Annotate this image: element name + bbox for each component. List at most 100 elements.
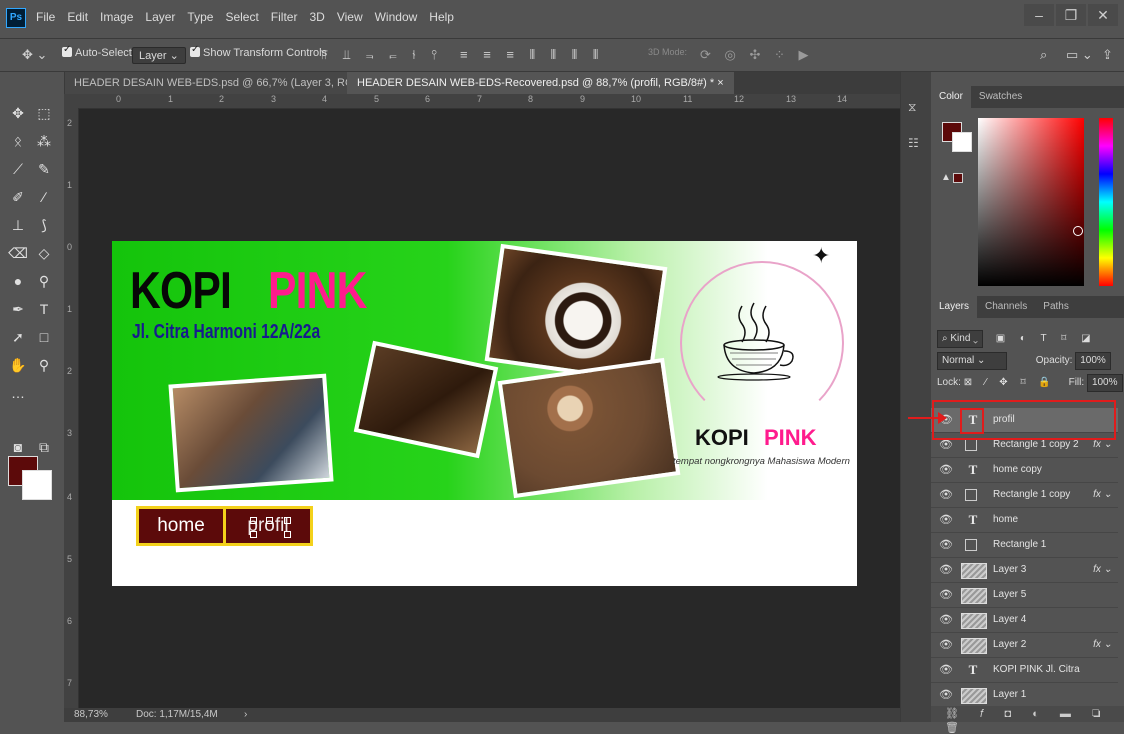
- share-icon[interactable]: ⇪: [1102, 47, 1113, 63]
- visibility-eye-icon[interactable]: 👁: [939, 583, 953, 607]
- distribute-icons[interactable]: ≡ ≡ ≡ ⫴ ⫴ ⫴ ⦀: [460, 47, 605, 63]
- tab-color[interactable]: Color: [931, 86, 971, 108]
- menu-select[interactable]: Select: [225, 10, 258, 24]
- eraser-tool-icon[interactable]: ⌫: [6, 242, 30, 264]
- menu-file[interactable]: File: [36, 10, 55, 24]
- paint-bucket-icon[interactable]: ◇: [32, 242, 56, 264]
- layer-row[interactable]: 👁 Rectangle 1 copy fx ⌄: [931, 483, 1118, 508]
- minimize-icon[interactable]: –: [1024, 4, 1054, 26]
- dodge-tool-icon[interactable]: ⚲: [32, 270, 56, 292]
- layer-row[interactable]: 👁 Layer 2 fx ⌄: [931, 633, 1118, 658]
- close-icon[interactable]: ✕: [1088, 4, 1118, 26]
- fx-icon[interactable]: fx ⌄: [1093, 483, 1112, 507]
- layer-row[interactable]: 👁 Thome copy: [931, 458, 1118, 483]
- layer-row[interactable]: 👁 Layer 5: [931, 583, 1118, 608]
- fx-icon[interactable]: fx ⌄: [1093, 558, 1112, 582]
- type-tool-icon[interactable]: T: [32, 298, 56, 320]
- visibility-eye-icon[interactable]: 👁: [939, 608, 953, 632]
- menu-layer[interactable]: Layer: [145, 10, 175, 24]
- tab-swatches[interactable]: Swatches: [971, 86, 1030, 108]
- nav-profil-button[interactable]: profil: [226, 509, 310, 543]
- clone-stamp-icon[interactable]: ⊥: [6, 214, 30, 236]
- nav-home-button[interactable]: home: [139, 509, 226, 543]
- search-icon[interactable]: ⌕: [1040, 47, 1047, 63]
- fx-icon[interactable]: fx ⌄: [1093, 633, 1112, 657]
- visibility-eye-icon[interactable]: 👁: [939, 533, 953, 557]
- layer-footer-icons[interactable]: ⛓ 𝑓 ◘ ◐ ▬ ❏ 🗑: [945, 707, 1124, 734]
- color-panel-background[interactable]: [952, 132, 972, 152]
- move-tool-icon[interactable]: ✥: [6, 102, 30, 124]
- layer-row[interactable]: 👁TKOPI PINK Jl. Citra Harmoni 1...: [931, 658, 1118, 699]
- pen-tool-icon[interactable]: ✒: [6, 298, 30, 320]
- menu-view[interactable]: View: [337, 10, 363, 24]
- quick-mask-icon[interactable]: ◙: [6, 436, 30, 458]
- fill-field[interactable]: 100%: [1086, 374, 1123, 392]
- color-picker-cursor[interactable]: [1073, 226, 1083, 236]
- lasso-tool-icon[interactable]: ᛟ: [6, 130, 30, 152]
- align-icons[interactable]: ⫪ ⫫ ⫬ ⫭ ⫮ ⫯: [320, 47, 443, 63]
- brush-tool-icon[interactable]: ∕: [32, 186, 56, 208]
- visibility-eye-icon[interactable]: 👁: [939, 683, 953, 707]
- layer-row[interactable]: 👁 Thome: [931, 508, 1118, 533]
- hue-slider[interactable]: [1099, 118, 1113, 286]
- menu-image[interactable]: Image: [100, 10, 133, 24]
- visibility-eye-icon[interactable]: 👁: [939, 458, 953, 482]
- blur-tool-icon[interactable]: ●: [6, 270, 30, 292]
- layer-row[interactable]: 👁 Rectangle 1: [931, 533, 1118, 558]
- gamut-swatch[interactable]: [953, 173, 963, 183]
- restore-icon[interactable]: ❐: [1056, 4, 1086, 26]
- transform-handle[interactable]: [284, 531, 291, 538]
- menu-help[interactable]: Help: [429, 10, 454, 24]
- crop-tool-icon[interactable]: ⟋: [6, 158, 30, 180]
- history-brush-icon[interactable]: ⟆: [32, 214, 56, 236]
- blend-mode-select[interactable]: Normal ⌄: [937, 352, 1007, 370]
- layer-row[interactable]: 👁 Layer 1: [931, 683, 1118, 708]
- transform-handle[interactable]: [266, 517, 273, 524]
- layer-row[interactable]: 👁 Layer 3 fx ⌄: [931, 558, 1118, 583]
- visibility-eye-icon[interactable]: 👁: [939, 658, 953, 682]
- transform-handle[interactable]: [250, 517, 257, 524]
- visibility-eye-icon[interactable]: 👁: [939, 483, 953, 507]
- 3d-mode-icons[interactable]: ⟳ ◎ ✣ ⁘ ▶: [700, 47, 813, 63]
- tab-header-recovered[interactable]: HEADER DESAIN WEB-EDS-Recovered.psd @ 88…: [347, 72, 734, 94]
- properties-panel-icon[interactable]: ☷: [908, 136, 919, 150]
- more-tools-icon[interactable]: …: [6, 382, 30, 404]
- menu-edit[interactable]: Edit: [67, 10, 88, 24]
- kind-filter[interactable]: ⌕ Kind ⌄: [937, 330, 983, 348]
- eyedropper-icon[interactable]: ✎: [32, 158, 56, 180]
- healing-brush-icon[interactable]: ✐: [6, 186, 30, 208]
- color-picker-field[interactable]: [978, 118, 1084, 286]
- magic-wand-icon[interactable]: ⁂: [32, 130, 56, 152]
- tab-close-icon[interactable]: ×: [717, 77, 723, 89]
- menu-type[interactable]: Type: [187, 10, 213, 24]
- workspace-icon[interactable]: ▭ ⌄: [1066, 47, 1093, 63]
- history-panel-icon[interactable]: ⧖: [908, 100, 916, 115]
- path-selection-icon[interactable]: ➚: [6, 326, 30, 348]
- visibility-eye-icon[interactable]: 👁: [939, 508, 953, 532]
- menu-3d[interactable]: 3D: [309, 10, 324, 24]
- lock-icons[interactable]: ⊠ ∕ ✥ ⌑ 🔒: [964, 377, 1056, 388]
- layer-row[interactable]: 👁 Layer 4: [931, 608, 1118, 633]
- tab-layers[interactable]: Layers: [931, 296, 978, 318]
- menu-window[interactable]: Window: [375, 10, 418, 24]
- filter-icons[interactable]: ▣ ◐ T ⌑ ◪: [996, 333, 1097, 344]
- layer-dropdown[interactable]: Layer ⌄: [132, 47, 186, 64]
- rectangle-tool-icon[interactable]: □: [32, 326, 56, 348]
- status-arrow-icon[interactable]: ›: [244, 709, 247, 720]
- zoom-level[interactable]: 88,73%: [74, 709, 108, 720]
- visibility-eye-icon[interactable]: 👁: [939, 558, 953, 582]
- opacity-field[interactable]: 100%: [1075, 352, 1111, 370]
- auto-select-checkbox[interactable]: Auto-Select:: [62, 44, 135, 59]
- document-canvas[interactable]: KOPI PINK Jl. Citra Harmoni 12A/22a ✦ KO…: [112, 241, 857, 586]
- tab-channels[interactable]: Channels: [977, 296, 1035, 318]
- transform-handle[interactable]: [284, 517, 291, 524]
- hand-tool-icon[interactable]: ✋: [6, 354, 30, 376]
- show-transform-checkbox[interactable]: Show Transform Controls: [190, 44, 327, 59]
- transform-handle[interactable]: [250, 531, 257, 538]
- zoom-tool-icon[interactable]: ⚲: [32, 354, 56, 376]
- menu-filter[interactable]: Filter: [271, 10, 298, 24]
- move-tool-icon[interactable]: ✥ ⌄: [22, 47, 47, 63]
- screen-mode-icon[interactable]: ⧉: [32, 436, 56, 458]
- visibility-eye-icon[interactable]: 👁: [939, 633, 953, 657]
- marquee-tool-icon[interactable]: ⬚: [32, 102, 56, 124]
